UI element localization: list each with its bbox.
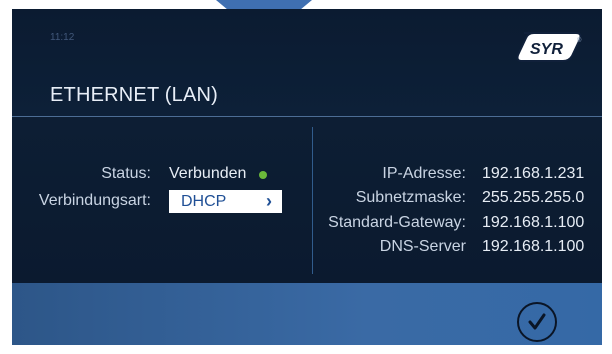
clock: 11:12 [50,32,75,43]
page-title: ETHERNET (LAN) [50,84,219,106]
status-value: Verbunden [169,165,247,182]
network-info-panel: Status: Verbunden Verbindungsart: DHCP ›… [12,117,602,283]
dns-server-value: 192.168.1.100 [482,238,585,255]
syr-logo: SYR ® [516,32,582,62]
confirm-button[interactable] [517,302,557,342]
default-gateway-label: Standard-Gateway: [328,214,466,231]
header: 11:12 SYR ® ETHERNET (LAN) [12,9,602,116]
dns-server-label: DNS-Server [379,238,466,255]
ip-address-label: IP-Adresse: [382,165,466,182]
ip-address-value: 192.168.1.231 [482,165,585,182]
status-label: Status: [101,165,151,182]
device-screen: 11:12 SYR ® ETHERNET (LAN) Status: Verbu… [12,9,602,345]
connection-type-button[interactable]: DHCP › [169,190,282,213]
default-gateway-value: 192.168.1.100 [482,214,585,231]
connection-type-label: Verbindungsart: [38,192,151,209]
subnet-mask-label: Subnetzmaske: [355,189,466,206]
status-connected-indicator-icon [259,171,267,179]
logo-text: SYR [530,41,563,58]
column-divider [312,127,313,274]
logo-registered: ® [577,37,582,44]
chevron-right-icon: › [266,191,272,211]
footer-bar [12,283,602,345]
connection-type-value: DHCP [181,192,227,210]
device-frame: 11:12 SYR ® ETHERNET (LAN) Status: Verbu… [0,0,612,354]
checkmark-icon [528,313,546,330]
subnet-mask-value: 255.255.255.0 [482,189,585,206]
